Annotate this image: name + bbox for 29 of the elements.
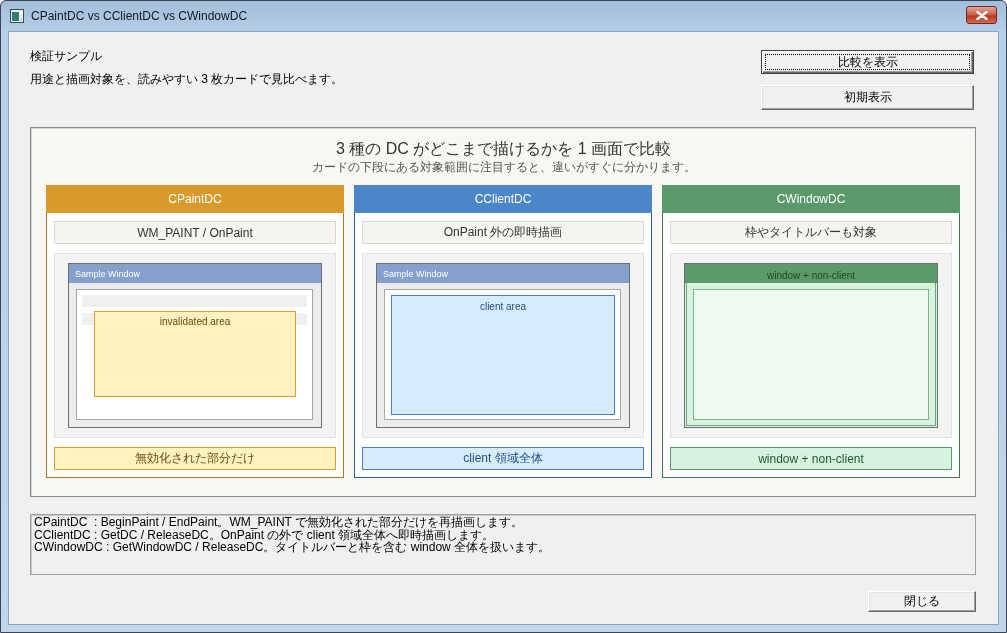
window-titlebar: Sample Window <box>69 264 321 283</box>
app-icon <box>10 9 24 23</box>
log-line: CPaintDC : BeginPaint / EndPaint。WM_PAINT で無効化された部分だけを再描画します。 <box>34 516 524 529</box>
description-text: 用途と描画対象を、読みやすい 3 枚カードで見比べます。 <box>30 71 344 87</box>
close-button[interactable] <box>966 6 997 24</box>
purpose-label: WM_PAINT / OnPaint <box>54 221 336 244</box>
card-header: CWindowDC <box>662 185 960 213</box>
section-title: 検証サンプル <box>30 48 103 64</box>
close-icon <box>975 10 988 20</box>
scope-label: 無効化された部分だけ <box>54 447 336 470</box>
log-field[interactable]: CPaintDC : BeginPaint / EndPaint。WM_PAINT で無効化された部分だけを再描画します。 CClientDC : GetDC / ReleaseDC。OnPaint の外で client 領域全体へ即時描画します。 CWindowDC : GetWindowDC / ReleaseDC。タイトルバーと枠を含む window 全体を扱います。 <box>30 514 976 575</box>
action-button[interactable]: 比較を表示 <box>761 50 974 74</box>
window-title: CPaintDC vs CClientDC vs CWindowDC <box>31 9 248 23</box>
invalidated-region: invalidated area <box>94 311 296 397</box>
log-line: CWindowDC : GetWindowDC / ReleaseDC。タイトルバーと枠を含む window 全体を扱います。 <box>34 541 552 554</box>
comparison-title: 3 種の DC がどこまで描けるかを 1 画面で比較 <box>334 140 673 158</box>
action-button[interactable]: 初期表示 <box>761 85 974 110</box>
card-header: CPaintDC <box>46 185 344 213</box>
comparison-subtitle: カードの下段にある対象範囲に注目すると、違いがすぐに分かります。 <box>310 160 697 174</box>
window-titlebar: Sample Window <box>377 264 629 283</box>
card-header: CClientDC <box>354 185 652 213</box>
client-region: client area <box>391 295 615 415</box>
scope-label: window + non-client <box>670 447 952 470</box>
log-line: CClientDC : GetDC / ReleaseDC。OnPaint の外で client 領域全体へ即時描画します。 <box>34 528 495 541</box>
purpose-label: OnPaint 外の即時描画 <box>362 221 644 244</box>
close-dialog-button[interactable]: 閉じる <box>868 591 976 612</box>
window-titlebar: window + non-client <box>685 264 937 283</box>
scope-label: client 領域全体 <box>362 447 644 470</box>
purpose-label: 枠やタイトルバーも対象 <box>670 221 952 244</box>
